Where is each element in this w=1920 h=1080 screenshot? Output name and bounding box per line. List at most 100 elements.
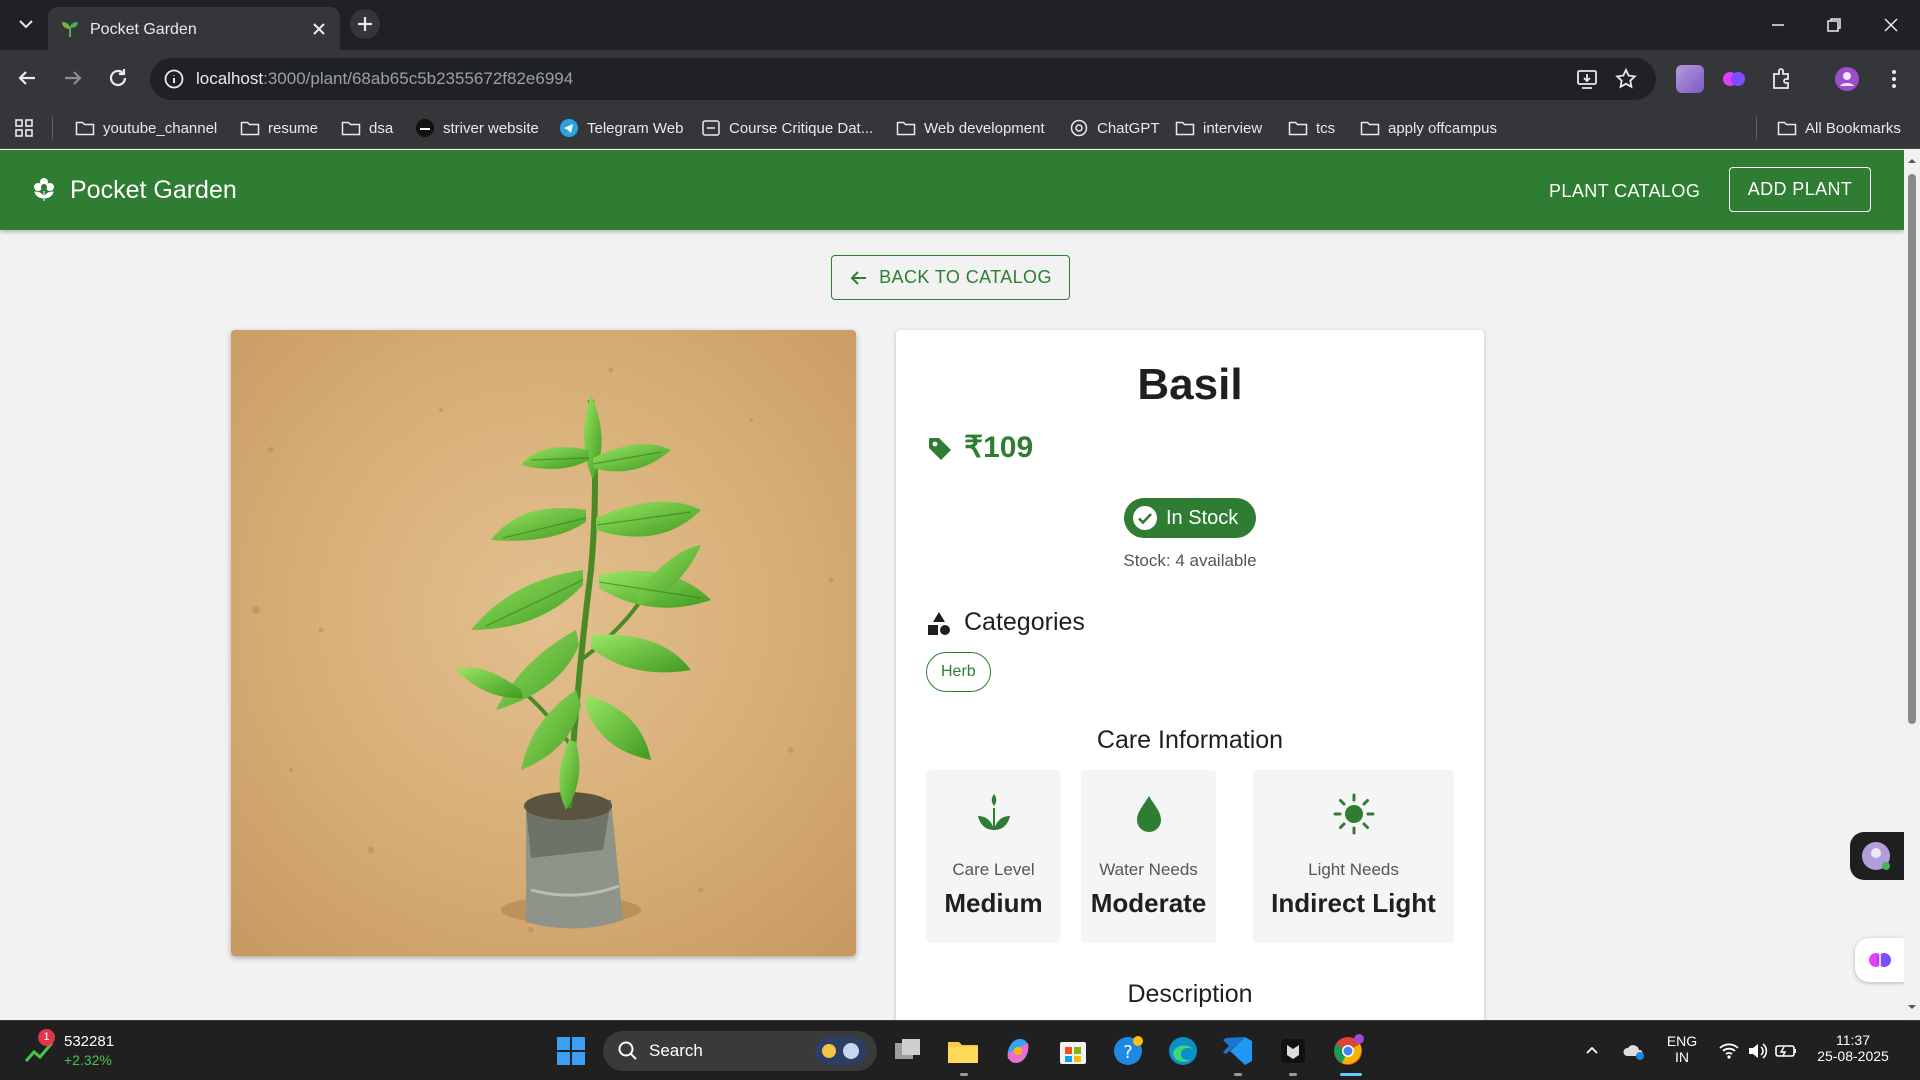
- water-needs-label: Water Needs: [1099, 860, 1198, 879]
- plant-catalog-link[interactable]: PLANT CATALOG: [1549, 181, 1700, 202]
- task-view-icon[interactable]: [890, 1033, 926, 1069]
- care-information-title: Care Information: [1096, 726, 1284, 754]
- scrollbar-thumb[interactable]: [1908, 174, 1916, 724]
- bookmark-striver-website[interactable]: striver website: [415, 117, 539, 139]
- plant-image: [231, 330, 856, 956]
- striver-logo-icon: [416, 119, 434, 137]
- water-needs-card: Water Needs Moderate: [1081, 770, 1216, 943]
- extension-brain-icon[interactable]: [1720, 65, 1748, 93]
- bookmark-interview[interactable]: interview: [1175, 117, 1262, 139]
- clock[interactable]: 11:37 25-08-2025: [1808, 1032, 1898, 1064]
- edge-browser-icon[interactable]: [1165, 1033, 1201, 1069]
- folder-icon: [1175, 121, 1195, 136]
- close-window-icon[interactable]: [1878, 12, 1904, 38]
- app-header: Pocket Garden PLANT CATALOG ADD PLANT: [0, 150, 1904, 230]
- bookmark-chatgpt[interactable]: ChatGPT: [1069, 117, 1160, 139]
- bookmark-apply-offcampus[interactable]: apply offcampus: [1360, 117, 1497, 139]
- volume-icon[interactable]: [1746, 1040, 1768, 1062]
- close-tab-icon[interactable]: [310, 20, 328, 38]
- page-scrollbar[interactable]: [1904, 150, 1920, 1020]
- bookmark-web-development[interactable]: Web development: [896, 117, 1045, 139]
- new-tab-icon[interactable]: [350, 9, 380, 39]
- floating-brain-button[interactable]: [1855, 938, 1904, 982]
- basil-plant-illustration: [231, 330, 856, 956]
- water-drop-icon: [1136, 796, 1161, 832]
- brain-icon: [1869, 953, 1891, 967]
- category-chip-herb[interactable]: Herb: [926, 652, 991, 692]
- scroll-down-icon[interactable]: [1907, 1002, 1917, 1012]
- bookmark-telegram-web[interactable]: Telegram Web: [559, 117, 683, 139]
- running-indicator: [1234, 1073, 1242, 1076]
- onedrive-icon[interactable]: [1622, 1039, 1646, 1063]
- browser-tab[interactable]: Pocket Garden: [48, 7, 340, 50]
- site-info-icon[interactable]: [162, 67, 186, 91]
- stocks-widget[interactable]: 1 532281 +2.32%: [22, 1029, 152, 1071]
- bookmark-course-critique[interactable]: Course Critique Dat...: [701, 117, 873, 139]
- microsoft-store-icon[interactable]: [1055, 1033, 1091, 1069]
- windows-start-icon[interactable]: [553, 1033, 589, 1069]
- tab-title: Pocket Garden: [90, 21, 197, 38]
- search-highlight-icon: [815, 1037, 867, 1065]
- light-needs-label: Light Needs: [1308, 860, 1399, 879]
- category-shapes-icon: [928, 612, 950, 635]
- terminal-app-icon[interactable]: [1275, 1033, 1311, 1069]
- telegram-icon: [560, 119, 578, 137]
- arrow-left-icon: [850, 270, 867, 285]
- care-level-label: Care Level: [952, 860, 1035, 879]
- stocks-change: +2.32%: [64, 1052, 112, 1068]
- brand-title[interactable]: Pocket Garden: [70, 176, 237, 205]
- bookmarks-bar: youtube_channel resume dsa striver websi…: [0, 107, 1920, 149]
- folder-icon: [240, 121, 260, 136]
- chrome-icon[interactable]: [1330, 1033, 1366, 1069]
- language-indicator[interactable]: ENG IN: [1662, 1033, 1702, 1065]
- add-plant-button[interactable]: ADD PLANT: [1729, 167, 1871, 212]
- restore-icon[interactable]: [1821, 12, 1847, 38]
- bookmark-resume[interactable]: resume: [240, 117, 318, 139]
- minimize-icon[interactable]: [1765, 12, 1791, 38]
- bookmark-youtube-channel[interactable]: youtube_channel: [75, 117, 217, 139]
- extensions-puzzle-icon[interactable]: [1768, 65, 1796, 93]
- browser-toolbar: localhost:3000/plant/68ab65c5b2355672f82…: [0, 50, 1920, 107]
- tab-search-chevron-icon[interactable]: [14, 12, 38, 36]
- back-to-catalog-button[interactable]: BACK TO CATALOG: [831, 255, 1070, 300]
- back-arrow-icon[interactable]: [13, 64, 41, 92]
- copilot-icon[interactable]: [1000, 1033, 1036, 1069]
- care-level-value: Medium: [944, 888, 1043, 918]
- stock-availability: Stock: 4 available: [1123, 551, 1257, 570]
- folder-icon: [341, 121, 361, 136]
- windows-taskbar: 1 532281 +2.32% Search ? ENG IN 11:37 25-0…: [0, 1020, 1920, 1080]
- running-indicator: [1289, 1073, 1297, 1076]
- stock-status-label: In Stock: [1166, 506, 1239, 529]
- profile-avatar-icon[interactable]: [1833, 65, 1861, 93]
- plant-details-card: Basil ₹109 In Stock Stock: 4 available C…: [896, 330, 1484, 1020]
- plant-price: ₹109: [964, 431, 1034, 464]
- price-tag-icon: [929, 438, 951, 460]
- folder-icon: [1288, 121, 1308, 136]
- sun-icon: [1333, 793, 1374, 835]
- apps-grid-icon[interactable]: [14, 118, 34, 138]
- all-bookmarks[interactable]: All Bookmarks: [1777, 117, 1901, 139]
- menu-dots-icon[interactable]: [1880, 65, 1908, 93]
- categories-title: Categories: [964, 608, 1085, 636]
- vscode-icon[interactable]: [1220, 1033, 1256, 1069]
- bookmark-star-icon[interactable]: [1613, 66, 1639, 92]
- file-explorer-icon[interactable]: [945, 1033, 981, 1069]
- help-icon[interactable]: ?: [1110, 1033, 1146, 1069]
- chevron-up-icon[interactable]: [1583, 1042, 1601, 1060]
- wifi-icon[interactable]: [1718, 1040, 1740, 1062]
- flower-logo-icon: [34, 178, 54, 201]
- forward-arrow-icon[interactable]: [59, 64, 87, 92]
- address-bar[interactable]: localhost:3000/plant/68ab65c5b2355672f82…: [150, 58, 1656, 100]
- taskbar-search[interactable]: Search: [603, 1031, 877, 1071]
- folder-icon: [896, 121, 916, 136]
- bookmark-tcs[interactable]: tcs: [1288, 117, 1335, 139]
- battery-icon[interactable]: [1774, 1040, 1798, 1062]
- install-app-icon[interactable]: [1574, 66, 1600, 92]
- scroll-up-icon[interactable]: [1907, 156, 1917, 166]
- extension-avatar-icon[interactable]: [1676, 65, 1704, 93]
- reload-icon[interactable]: [104, 64, 132, 92]
- stock-status-chip: In Stock: [1124, 498, 1256, 538]
- bookmark-dsa[interactable]: dsa: [341, 117, 393, 139]
- light-needs-card: Light Needs Indirect Light: [1253, 770, 1454, 943]
- floating-assistant-button[interactable]: [1850, 832, 1904, 880]
